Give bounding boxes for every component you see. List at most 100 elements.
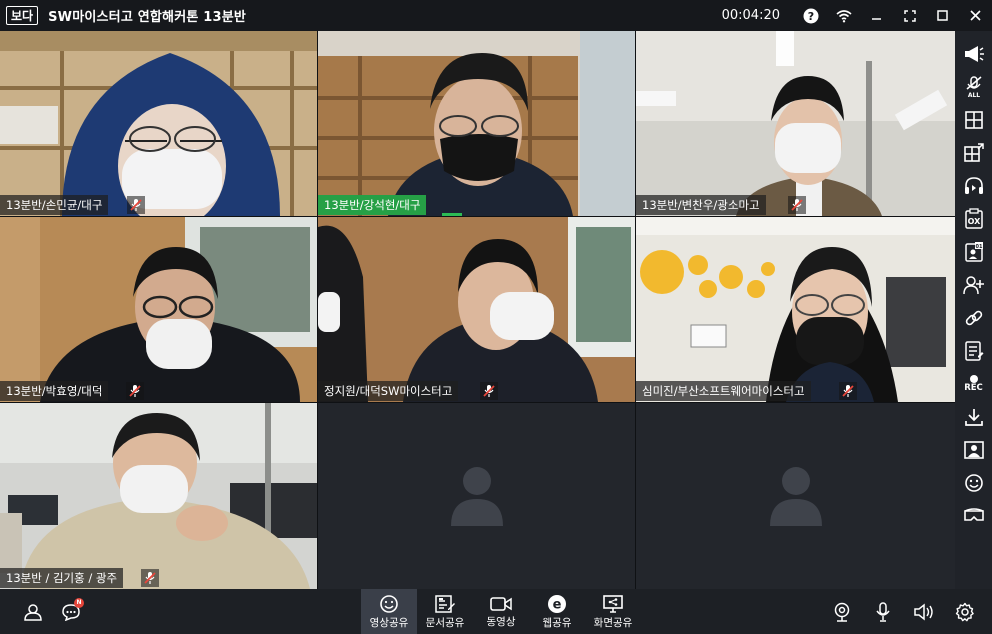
profile-button[interactable] (959, 433, 989, 466)
video-grid: 13분반/손민균/대구 13분반/강석현/대구 13분반/변찬우/광소마고 13… (0, 31, 955, 589)
download-icon (964, 408, 983, 426)
chat-button[interactable]: N (60, 597, 84, 623)
maximize-button[interactable] (926, 0, 959, 31)
close-button[interactable] (959, 0, 992, 31)
microphone-icon (876, 601, 890, 622)
record-label: REC (964, 383, 983, 393)
screen-share-icon (603, 595, 623, 613)
share-link-button[interactable] (959, 301, 989, 334)
video-tile[interactable]: 13분반/박효영/대덕 (0, 217, 317, 402)
settings-button[interactable] (954, 601, 976, 623)
empty-video-tile (636, 403, 955, 589)
ox-quiz-button[interactable]: OX (959, 202, 989, 235)
document-share-button[interactable]: 문서공유 (417, 589, 473, 634)
grid-layout-button[interactable] (959, 103, 989, 136)
participant-video (0, 403, 317, 589)
smile-icon (380, 595, 398, 613)
participant-video (318, 31, 635, 216)
webcam-icon (834, 602, 850, 622)
fullscreen-button[interactable] (893, 0, 926, 31)
headset-icon (964, 176, 983, 194)
vr-icon (963, 507, 984, 521)
speaker-icon (914, 602, 933, 621)
vr-mode-button[interactable] (959, 499, 989, 532)
participant-video (0, 217, 317, 402)
video-tile[interactable]: 13분반 / 김기홍 / 광주 (0, 403, 317, 589)
participant-name: 13분반/손민균/대구 (0, 195, 109, 215)
ox-quiz-icon: OX (964, 207, 983, 229)
video-tile[interactable]: 13분반/손민균/대구 (0, 31, 317, 216)
mic-muted-icon (126, 382, 144, 400)
announcement-button[interactable] (959, 37, 989, 70)
network-status-button[interactable] (827, 0, 860, 31)
participant-video (636, 31, 955, 216)
notes-icon (964, 340, 983, 361)
share-tools: 영상공유 문서공유 동영상 e 웹공유 화면공유 (361, 589, 641, 634)
video-play-button[interactable]: 동영상 (473, 589, 529, 634)
svg-text:OX: OX (967, 217, 981, 226)
attendance-icon: 01 (964, 241, 983, 262)
bottom-toolbar: N 영상공유 문서공유 동영상 e 웹공유 화면공유 (0, 589, 992, 634)
mute-all-button[interactable]: ALL (959, 70, 989, 103)
participant-name: 13분반/강석현/대구 (318, 195, 427, 215)
profile-card-icon (963, 440, 984, 459)
chat-new-badge: N (74, 597, 84, 608)
minimize-button[interactable] (860, 0, 893, 31)
help-button[interactable]: ? (794, 0, 827, 31)
layout-focus-icon (963, 142, 984, 162)
participants-button[interactable] (22, 601, 44, 623)
maximize-icon (937, 10, 948, 21)
download-button[interactable] (959, 400, 989, 433)
record-button[interactable]: REC (959, 367, 989, 400)
tool-label: 문서공유 (425, 617, 465, 629)
person-placeholder-icon (450, 467, 503, 526)
right-sidebar: ALL OX 01 REC (955, 31, 992, 589)
video-tile[interactable]: 심미진/부산소프트웨어마이스터고 (636, 217, 955, 402)
video-share-button[interactable]: 영상공유 (361, 589, 417, 634)
person-placeholder-icon (769, 467, 822, 526)
participant-name: 정지원/대덕SW마이스터고 (318, 381, 459, 401)
attendance-button[interactable]: 01 (959, 235, 989, 268)
notes-button[interactable] (959, 334, 989, 367)
app-logo: 보다 (6, 6, 39, 25)
microphone-toggle-button[interactable] (872, 601, 894, 623)
meeting-title: SW마이스터고 연합해커톤 13분반 (48, 10, 247, 25)
video-tile[interactable]: 13분반/강석현/대구 (318, 31, 635, 216)
video-tile[interactable]: 13분반/변찬우/광소마고 (636, 31, 955, 216)
person-icon (24, 603, 42, 621)
document-share-icon (435, 595, 455, 613)
participant-video (0, 31, 317, 216)
video-tile[interactable]: 정지원/대덕SW마이스터고 (318, 217, 635, 402)
camera-toggle-button[interactable] (831, 601, 853, 623)
screen-share-button[interactable]: 화면공유 (585, 589, 641, 634)
add-user-icon (962, 275, 984, 294)
audio-device-button[interactable] (959, 169, 989, 202)
participant-video (636, 217, 955, 402)
mic-muted-icon (788, 196, 806, 214)
mic-muted-icon (127, 196, 145, 214)
focus-layout-button[interactable] (959, 136, 989, 169)
svg-text:ALL: ALL (967, 92, 979, 98)
mic-muted-icon (480, 382, 498, 400)
participant-name: 13분반 / 김기홍 / 광주 (0, 568, 124, 588)
meeting-timer: 00:04:20 (721, 8, 780, 23)
emoji-icon (964, 473, 983, 492)
web-share-button[interactable]: e 웹공유 (529, 589, 585, 634)
speaker-toggle-button[interactable] (913, 601, 935, 623)
participant-video (318, 217, 635, 402)
invite-participant-button[interactable] (959, 268, 989, 301)
reaction-button[interactable] (959, 466, 989, 499)
all-mic-icon: ALL (966, 75, 981, 98)
web-e-icon: e (548, 595, 566, 613)
svg-text:?: ? (807, 10, 813, 23)
svg-text:e: e (553, 598, 562, 613)
tool-label: 화면공유 (593, 617, 633, 629)
close-icon (970, 10, 981, 21)
mic-muted-icon (141, 569, 159, 587)
megaphone-icon (964, 45, 984, 62)
participant-name: 심미진/부산소프트웨어마이스터고 (636, 381, 811, 401)
wifi-icon (835, 9, 852, 22)
empty-video-tile (318, 403, 635, 589)
participant-name: 13분반/박효영/대덕 (0, 381, 109, 401)
layout-grid-icon (964, 110, 983, 129)
